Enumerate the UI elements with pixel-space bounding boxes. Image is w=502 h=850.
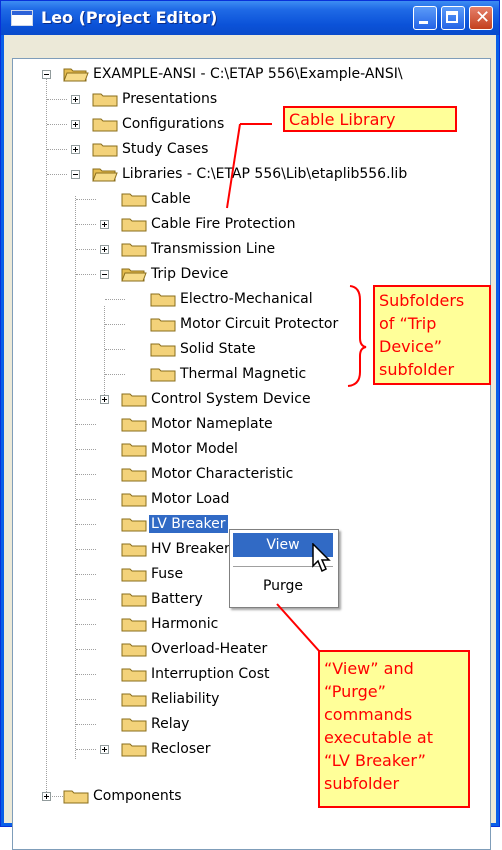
callout-line: “LV Breaker” bbox=[324, 751, 426, 770]
callout-line: executable at bbox=[324, 728, 434, 747]
callout-subfolders: Subfolders of “Trip Device” subfolder bbox=[373, 285, 491, 385]
callout-view-purge: “View” and “Purge” commands executable a… bbox=[318, 650, 470, 808]
callout-line: “View” and bbox=[324, 659, 414, 678]
callout-line: Device” bbox=[379, 337, 443, 356]
callout-cable-library: Cable Library bbox=[283, 106, 457, 132]
callout-line: commands bbox=[324, 705, 413, 724]
callout-line: subfolder bbox=[324, 774, 400, 793]
callout-line: subfolder bbox=[379, 360, 455, 379]
callout-line: “Purge” bbox=[324, 682, 386, 701]
callout-text: Cable Library bbox=[289, 110, 396, 129]
callout-line: Subfolders bbox=[379, 291, 465, 310]
callout-line: of “Trip bbox=[379, 314, 437, 333]
